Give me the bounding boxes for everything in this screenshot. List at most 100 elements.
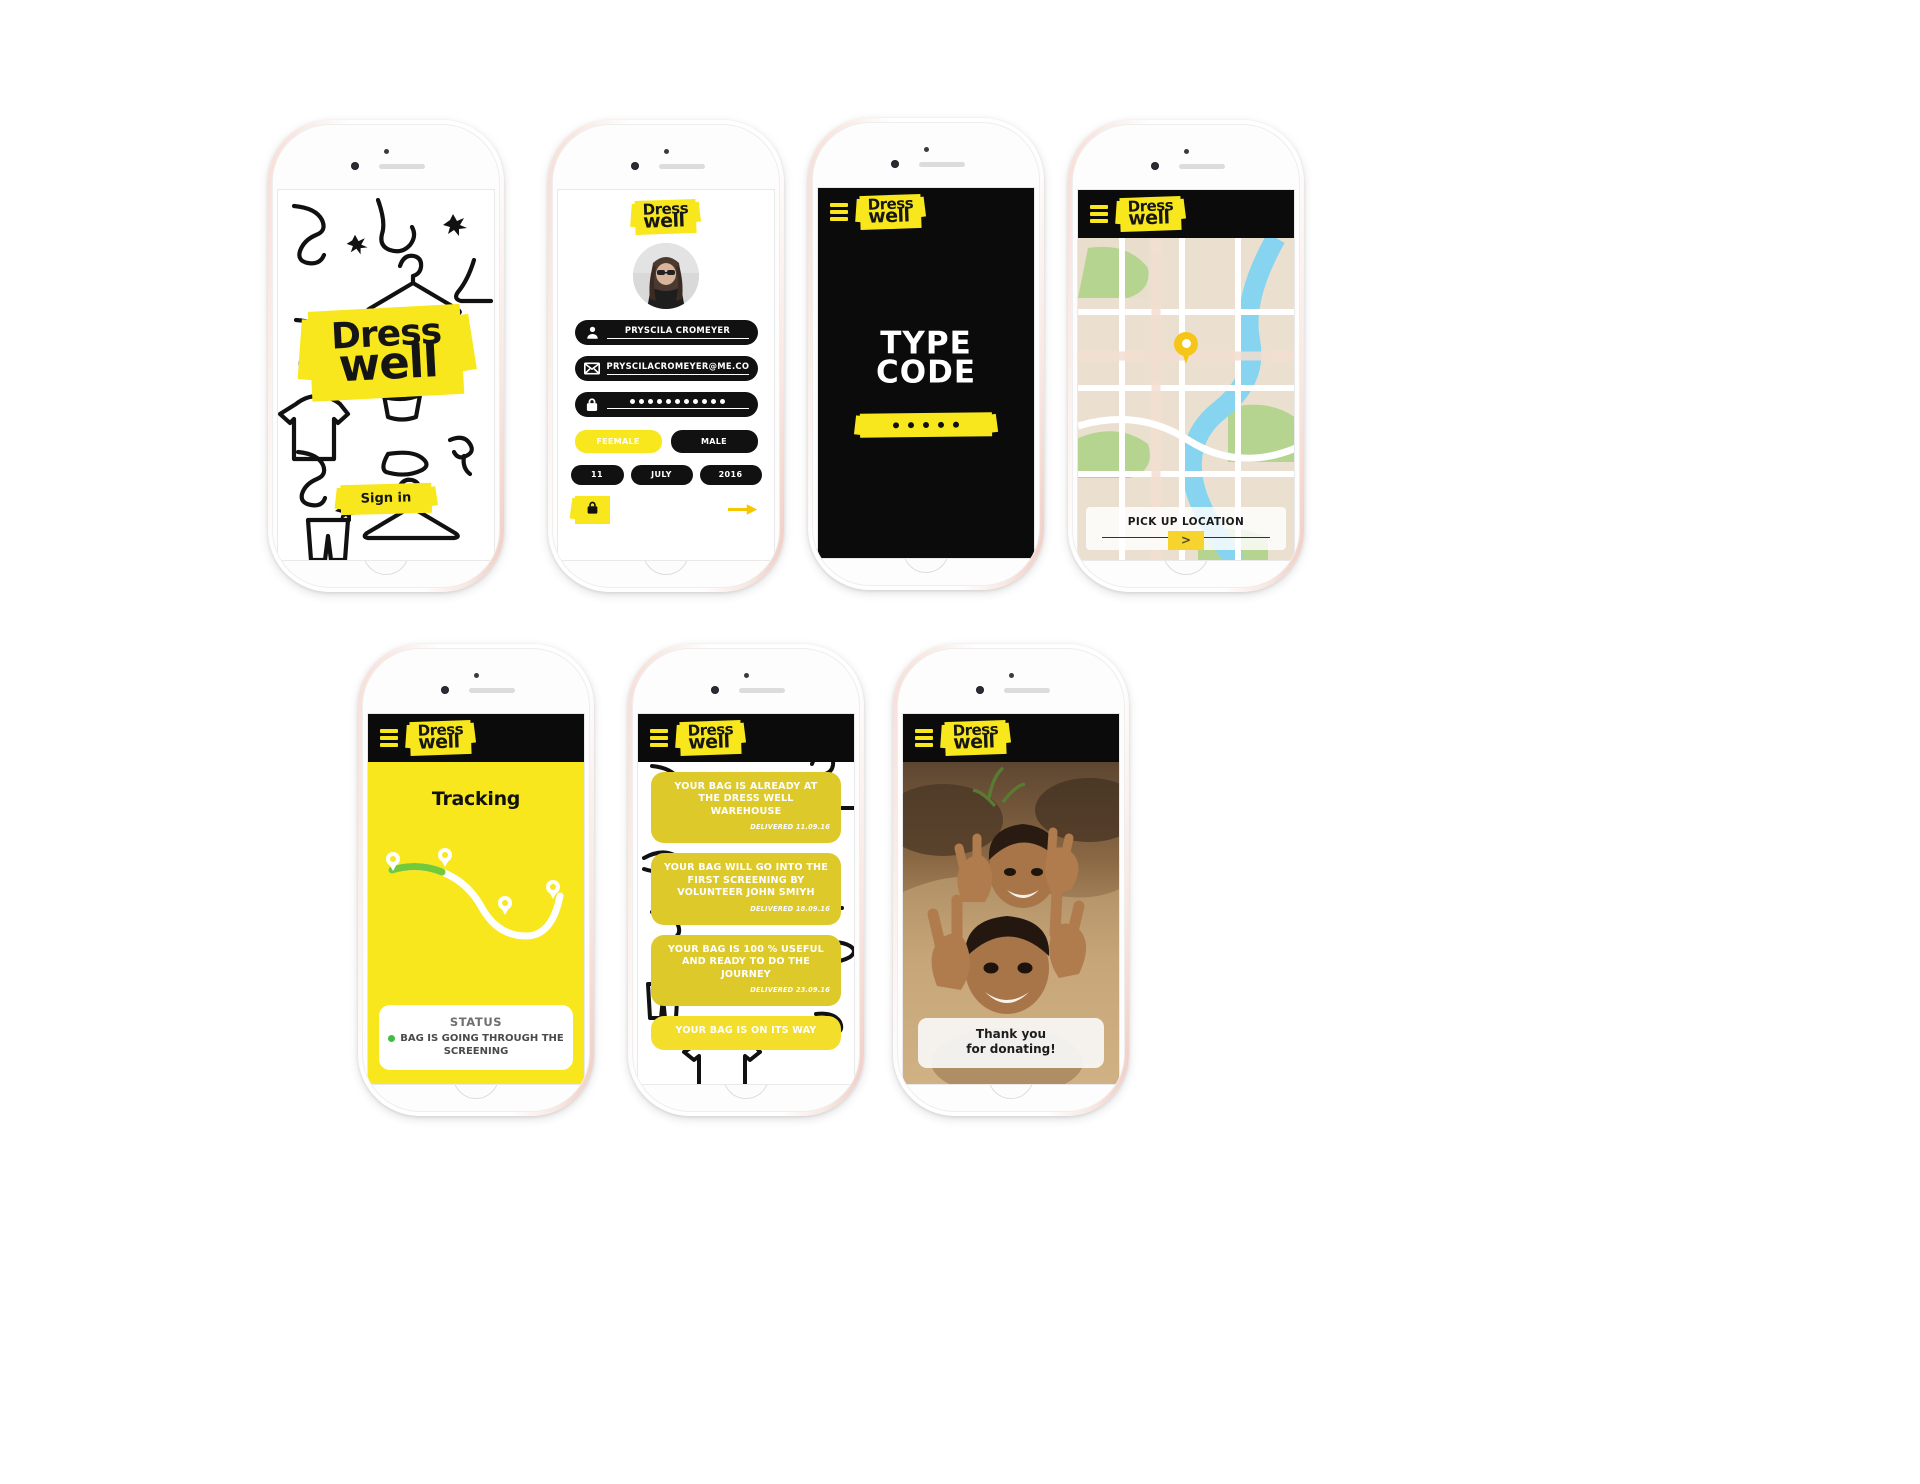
hamburger-icon[interactable] [1090,205,1108,223]
top-navigation-bar: Dress well [368,714,584,762]
front-camera-icon [711,686,719,694]
birth-day-select[interactable]: 11 [570,464,624,485]
sign-in-button[interactable]: Sign in [340,482,432,516]
earpiece-speaker [379,164,425,169]
list-item[interactable]: YOUR BAG IS ALREADY AT THE DRESS WELL WA… [651,772,841,844]
profile-actions [574,495,758,524]
front-camera-icon [441,686,449,694]
front-sensor-icon [1183,149,1189,154]
screen-splash: Dress well Sign in [277,189,495,561]
privacy-lock-button[interactable] [574,495,610,524]
app-logo: Dress well [859,194,922,230]
screen-tracking: Dress well Tracking STATUS BAG IS GOING … [367,713,585,1085]
screen-typecode: Dress well TYPE CODE [817,187,1035,559]
thank-you-card: Thank you for donating! [918,1018,1104,1068]
email-field[interactable]: PRYSCILACROMEYER@ME.COM [574,355,758,381]
earpiece-speaker [659,164,705,169]
app-logo: Dress well [679,720,742,756]
thanks-line-1: Thank you [975,1027,1047,1041]
map-pin-icon[interactable] [1174,332,1198,364]
name-value: PRYSCILA CROMEYER [606,325,749,340]
user-icon [584,324,601,341]
list-item[interactable]: YOUR BAG IS ON ITS WAY [651,1016,841,1050]
tracking-panel: Tracking STATUS BAG IS GOING THROUGH THE… [368,762,584,1084]
title-line-2: CODE [875,354,976,391]
message-text: YOUR BAG IS ALREADY AT THE DRESS WELL WA… [674,781,818,817]
front-sensor-icon [1008,673,1014,678]
logo-line-2: well [643,208,686,233]
front-sensor-icon [923,147,929,152]
code-input[interactable] [859,412,993,438]
screen-pickup: Dress well PICK UP LOCATION > [1077,189,1295,561]
pickup-location-label: PICK UP LOCATION [1127,515,1245,528]
message-date: DELIVERED 18.09.16 [750,904,830,913]
message-text: YOUR BAG WILL GO INTO THE FIRST SCREENIN… [663,862,829,899]
lock-icon [584,396,601,413]
top-navigation-bar: Dress well [903,714,1119,762]
app-logo: Dress well [1119,196,1182,232]
screen-profile: Dress well PRYSCILA CROMEYER PRYSCILACRO… [557,189,775,561]
thanks-line-2: for donating! [966,1042,1056,1056]
screen-thanks: Dress well Thank you for donating! [902,713,1120,1085]
front-sensor-icon [383,149,389,154]
gender-male-button[interactable]: MALE [670,429,758,453]
mail-icon [584,360,601,377]
list-item[interactable]: YOUR BAG WILL GO INTO THE FIRST SCREENIN… [651,853,841,925]
page-title: Tracking [431,788,521,810]
name-field[interactable]: PRYSCILA CROMEYER [574,319,758,345]
top-navigation-bar: Dress well [1078,190,1294,238]
phone-device-profile: Dress well PRYSCILA CROMEYER PRYSCILACRO… [548,120,784,592]
logo-line-2: well [417,730,460,754]
birth-year-select[interactable]: 2016 [699,464,762,485]
phone-device-messages: Dress well YOUR BAG IS ALREADY AT THE DR… [628,644,864,1116]
hamburger-icon[interactable] [915,729,933,747]
next-arrow-button[interactable] [727,500,758,520]
earpiece-speaker [469,688,515,693]
password-field[interactable] [574,391,758,417]
message-list[interactable]: YOUR BAG IS ALREADY AT THE DRESS WELL WA… [638,762,854,1084]
front-sensor-icon [743,673,749,678]
earpiece-speaker [739,688,785,693]
front-sensor-icon [663,149,669,154]
gender-selector: FEEMALE MALE [574,429,758,453]
hamburger-icon[interactable] [830,203,848,221]
status-card: STATUS BAG IS GOING THROUGH THE SCREENIN… [379,1005,573,1070]
phone-device-typecode: Dress well TYPE CODE [808,118,1044,590]
gender-female-button[interactable]: FEEMALE [574,429,662,453]
app-logo: Dress well [944,720,1007,756]
password-dots [606,399,749,410]
hamburger-icon[interactable] [650,729,668,747]
message-text: YOUR BAG IS ON ITS WAY [675,1025,817,1037]
front-sensor-icon [473,673,479,678]
birth-month-select[interactable]: JULY [630,464,693,485]
app-logo: Dress well [634,198,698,235]
app-logo: Dress well [307,303,465,402]
app-logo: Dress well [409,720,472,756]
status-heading: STATUS [449,1015,503,1029]
mockup-canvas: Dress well Sign in Dress well PRYSCILA C… [0,0,1920,1484]
message-date: DELIVERED 23.09.16 [750,986,830,995]
status-row: BAG IS GOING THROUGH THE SCREENING [385,1033,567,1058]
phone-device-tracking: Dress well Tracking STATUS BAG IS GOING … [358,644,594,1116]
front-camera-icon [891,160,899,168]
earpiece-speaker [1179,164,1225,169]
hamburger-icon[interactable] [380,729,398,747]
front-camera-icon [976,686,984,694]
tracking-route [386,848,564,940]
phone-device-thanks: Dress well Thank you for donating! [893,644,1129,1116]
front-camera-icon [351,162,359,170]
go-button[interactable]: > [1167,531,1205,550]
list-item[interactable]: YOUR BAG IS 100 % USEFUL AND READY TO DO… [651,934,841,1007]
screen-messages: Dress well YOUR BAG IS ALREADY AT THE DR… [637,713,855,1085]
logo-line-2: well [952,730,995,754]
phone-device-splash: Dress well Sign in [268,120,504,592]
front-camera-icon [1151,162,1159,170]
front-camera-icon [631,162,639,170]
logo-line-2: well [1127,206,1170,230]
logo-line-2: well [337,333,439,392]
page-title: TYPE CODE [818,328,1034,391]
message-items: YOUR BAG IS ALREADY AT THE DRESS WELL WA… [638,772,854,1050]
avatar[interactable] [633,242,699,309]
logo-line-2: well [867,204,910,228]
earpiece-speaker [919,162,965,167]
